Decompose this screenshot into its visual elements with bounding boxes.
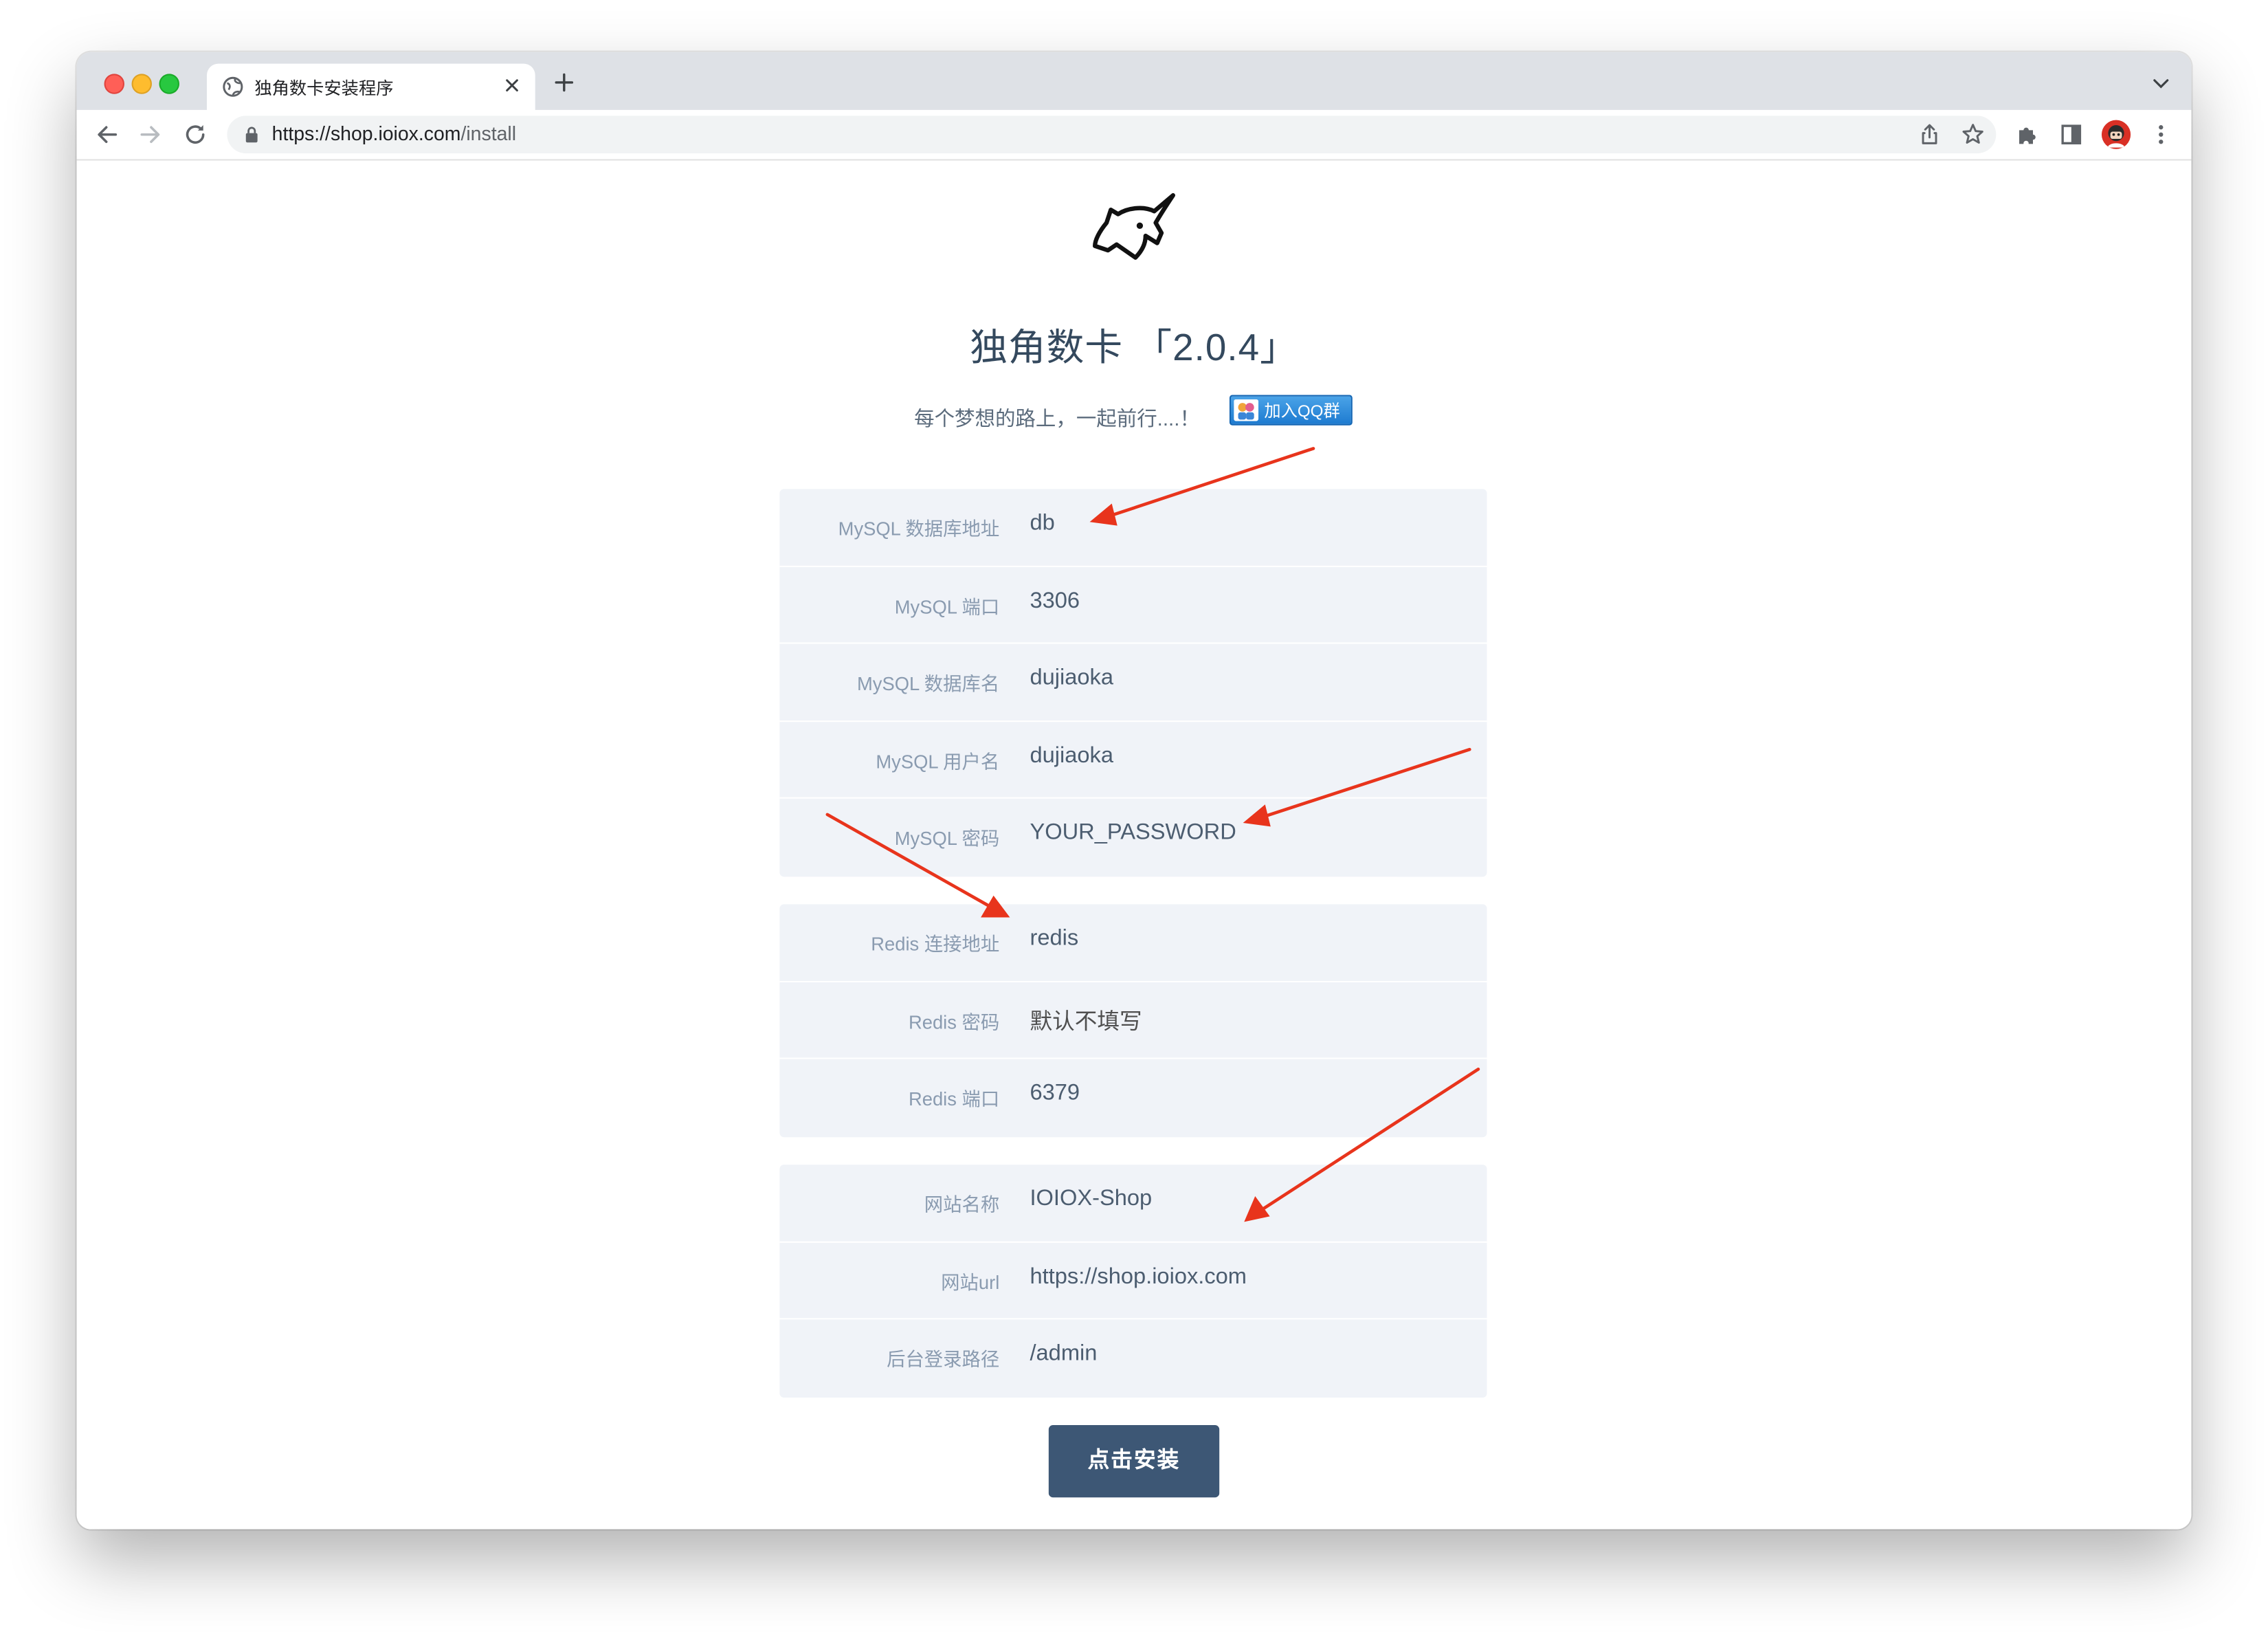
annotation-arrow bbox=[825, 813, 996, 911]
annotation-arrow bbox=[1258, 1067, 1480, 1213]
annotation-arrowhead bbox=[1243, 804, 1271, 827]
annotation-arrow bbox=[1259, 747, 1471, 819]
annotation-arrows bbox=[825, 447, 1480, 1222]
annotation-arrow bbox=[1106, 447, 1315, 518]
annotation-arrowhead bbox=[981, 895, 1010, 918]
annotation-arrowhead bbox=[1089, 503, 1118, 526]
annotation-arrowhead bbox=[1244, 1196, 1270, 1222]
